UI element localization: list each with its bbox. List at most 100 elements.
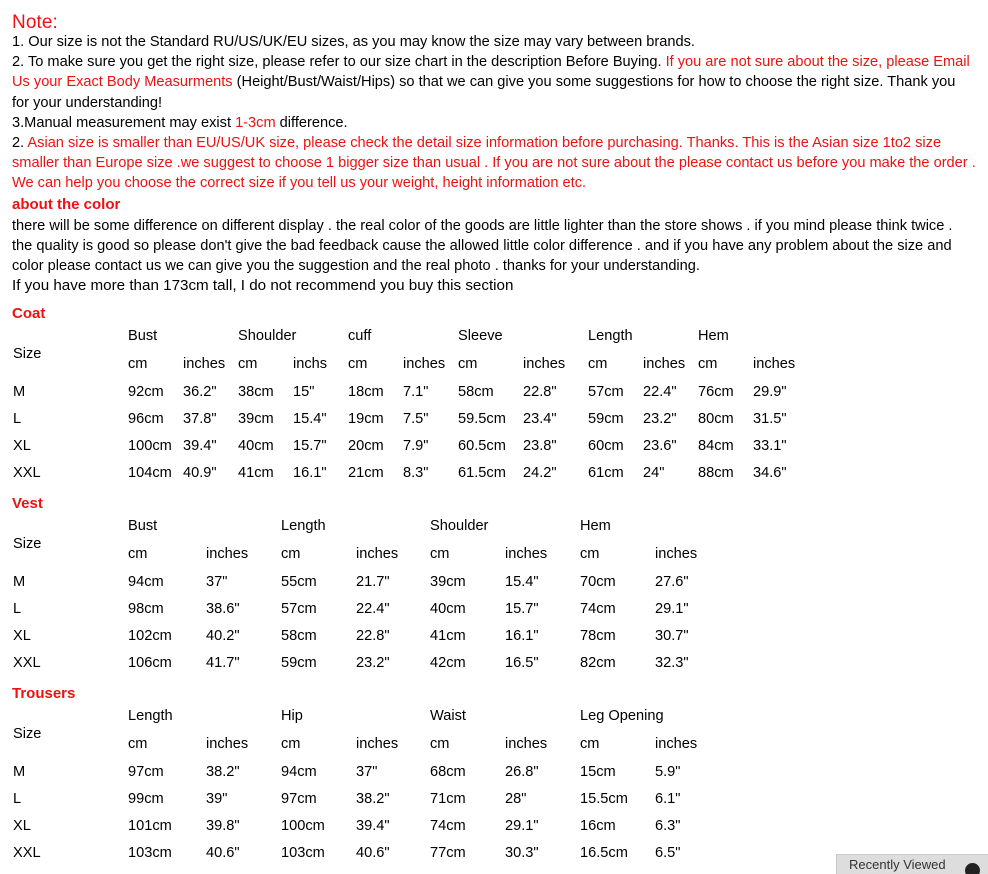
measurement-cell: 101cm [128, 818, 172, 834]
measurement-cell: 77cm [430, 845, 466, 861]
unit-header-cell: inches [505, 736, 548, 752]
size-cell: XL [13, 818, 31, 834]
size-column-header: Size [0, 708, 128, 764]
measurement-cell: 58cm [458, 384, 494, 400]
measurement-cell: 60.5cm [458, 438, 506, 454]
measurement-cell: 40.6" [206, 845, 240, 861]
table-row: L 99cm 39" 97cm 38.2" 71cm 28" 15.5cm 6.1" [0, 791, 730, 818]
measurement-cell: 38.2" [206, 764, 240, 780]
measurement-cell: 7.5" [403, 411, 429, 427]
measurement-group-header: Hem [698, 328, 729, 344]
measurement-group-header: Waist [430, 708, 466, 724]
unit-header-cell: cm [458, 356, 478, 372]
measurement-cell: 23.4" [523, 411, 557, 427]
table-row: XXL 103cm 40.6" 103cm 40.6" 77cm 30.3" 16.5cm 6.… [0, 845, 730, 872]
measurement-cell: 18cm [348, 384, 384, 400]
note-heading: Note: [12, 12, 58, 33]
size-column-header-label: Size [13, 726, 42, 742]
measurement-cell: 24" [643, 465, 665, 481]
measurement-cell: 103cm [281, 845, 325, 861]
measurement-cell: 96cm [128, 411, 164, 427]
measurement-cell: 29.1" [505, 818, 539, 834]
measurement-cell: 28" [505, 791, 527, 807]
measurement-cell: 16cm [580, 818, 616, 834]
note-line: 3.Manual measurement may exist 1-3cm dif… [12, 113, 976, 133]
measurement-cell: 23.2" [356, 655, 390, 671]
note-text-segment: Asian size is smaller than EU/US/UK size… [12, 135, 976, 192]
measurement-cell: 37" [206, 574, 228, 590]
measurement-cell: 39cm [238, 411, 274, 427]
measurement-cell: 42cm [430, 655, 466, 671]
measurement-cell: 20cm [348, 438, 384, 454]
measurement-cell: 74cm [430, 818, 466, 834]
unit-header-cell: cm [698, 356, 718, 372]
measurement-cell: 22.4" [643, 384, 677, 400]
measurement-cell: 38.6" [206, 601, 240, 617]
measurement-cell: 70cm [580, 574, 616, 590]
measurement-cell: 59cm [281, 655, 317, 671]
note-text-segment: 1-3cm [235, 114, 276, 131]
measurement-cell: 24.2" [523, 465, 557, 481]
unit-header-cell: inches [643, 356, 686, 372]
table-row: XL 101cm 39.8" 100cm 39.4" 74cm 29.1" 16cm 6.3" [0, 818, 730, 845]
measurement-cell: 74cm [580, 601, 616, 617]
measurement-cell: 37" [356, 764, 378, 780]
measurement-cell: 80cm [698, 411, 734, 427]
measurement-cell: 15.7" [505, 601, 539, 617]
note-line: 2. Asian size is smaller than EU/US/UK s… [12, 133, 976, 194]
measurement-cell: 57cm [588, 384, 624, 400]
measurement-group-header: Length [588, 328, 633, 344]
measurement-group-header: Hip [281, 708, 303, 724]
unit-header-cell: cm [128, 736, 148, 752]
unit-header-cell: cm [580, 546, 600, 562]
size-cell: L [13, 601, 22, 617]
note-text-segment: 1. Our size is not the Standard RU/US/UK… [12, 34, 695, 50]
measurement-cell: 15cm [580, 764, 616, 780]
height-recommendation-note: If you have more than 173cm tall, I do n… [12, 277, 514, 294]
table-row: XXL 106cm 41.7" 59cm 23.2" 42cm 16.5" 82cm 32.3" [0, 655, 730, 682]
measurement-cell: 38cm [238, 384, 274, 400]
chevron-circle-icon[interactable] [965, 863, 980, 874]
measurement-cell: 30.7" [655, 628, 689, 644]
measurement-cell: 6.1" [655, 791, 681, 807]
unit-header-cell: cm [348, 356, 368, 372]
unit-header-cell: inches [523, 356, 566, 372]
measurement-group-header: Hem [580, 518, 611, 534]
measurement-cell: 61cm [588, 465, 624, 481]
measurement-cell: 84cm [698, 438, 734, 454]
measurement-cell: 34.6" [753, 465, 787, 481]
measurement-cell: 31.5" [753, 411, 787, 427]
vest-section-title: Vest [12, 495, 43, 512]
recently-viewed-widget[interactable]: Recently Viewed [836, 854, 988, 874]
measurement-cell: 59.5cm [458, 411, 506, 427]
measurement-cell: 8.3" [403, 465, 429, 481]
measurement-cell: 37.8" [183, 411, 217, 427]
unit-header-cell: cm [430, 546, 450, 562]
table-row: M 97cm 38.2" 94cm 37" 68cm 26.8" 15cm 5.9" [0, 764, 730, 791]
measurement-cell: 7.1" [403, 384, 429, 400]
measurement-cell: 40.6" [356, 845, 390, 861]
table-row: M 94cm 37" 55cm 21.7" 39cm 15.4" 70cm 27.6" [0, 574, 730, 601]
table-row: XL 102cm 40.2" 58cm 22.8" 41cm 16.1" 78cm 30.7" [0, 628, 730, 655]
note-text-segment: 2. To make sure you get the right size, … [12, 54, 666, 71]
measurement-cell: 55cm [281, 574, 317, 590]
size-cell: XL [13, 628, 31, 644]
measurement-group-header: Shoulder [430, 518, 489, 534]
measurement-cell: 19cm [348, 411, 384, 427]
measurement-cell: 92cm [128, 384, 164, 400]
coat-size-table: Size Bust Shoulder cuff Sleeve Length Hem cm inc… [0, 328, 808, 492]
measurement-cell: 76cm [698, 384, 734, 400]
measurement-cell: 29.1" [655, 601, 689, 617]
measurement-cell: 41cm [430, 628, 466, 644]
vest-size-table: Size Bust Length Shoulder Hem cm inches cm inche… [0, 518, 730, 682]
measurement-cell: 23.2" [643, 411, 677, 427]
measurement-cell: 59cm [588, 411, 624, 427]
measurement-cell: 15.5cm [580, 791, 628, 807]
measurement-cell: 40.9" [183, 465, 217, 481]
measurement-cell: 22.8" [356, 628, 390, 644]
measurement-cell: 33.1" [753, 438, 787, 454]
measurement-cell: 39.4" [356, 818, 390, 834]
measurement-cell: 23.6" [643, 438, 677, 454]
unit-header-cell: cm [281, 736, 301, 752]
measurement-cell: 58cm [281, 628, 317, 644]
